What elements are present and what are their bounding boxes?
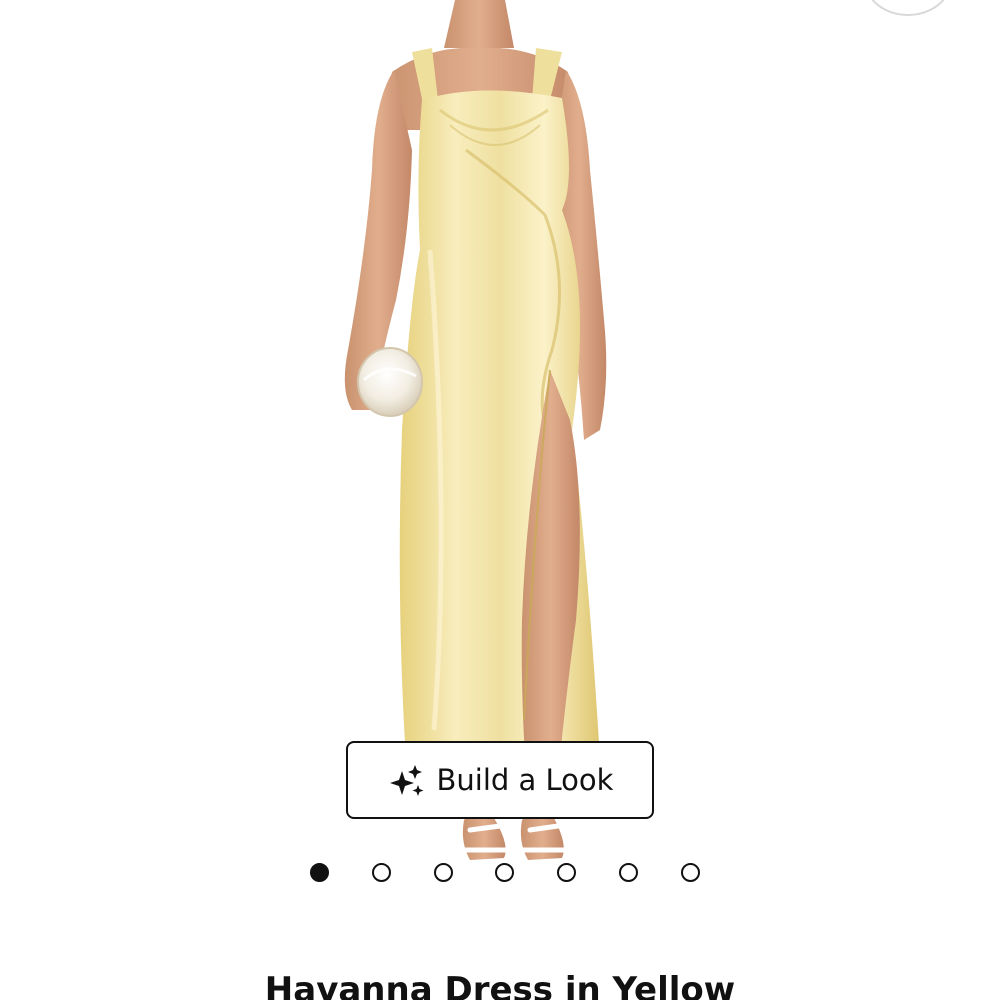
sparkle-icon [389, 765, 424, 796]
product-title: Havanna Dress in Yellow [264, 970, 736, 1000]
build-a-look-label: Build a Look [436, 763, 614, 797]
gallery-dot-6[interactable] [619, 862, 639, 882]
gallery-dot-3[interactable] [433, 862, 453, 882]
gallery-dot-1[interactable] [310, 862, 329, 882]
gallery-dot-7[interactable] [680, 862, 700, 882]
gallery-dot-5[interactable] [557, 862, 577, 882]
gallery-dot-2[interactable] [371, 862, 391, 882]
build-a-look-button[interactable]: Build a Look [346, 741, 654, 819]
gallery-dot-4[interactable] [495, 862, 515, 882]
product-page: Build a Look Havanna Dress in Yellow [0, 0, 1000, 1000]
gallery-pagination [310, 861, 700, 883]
